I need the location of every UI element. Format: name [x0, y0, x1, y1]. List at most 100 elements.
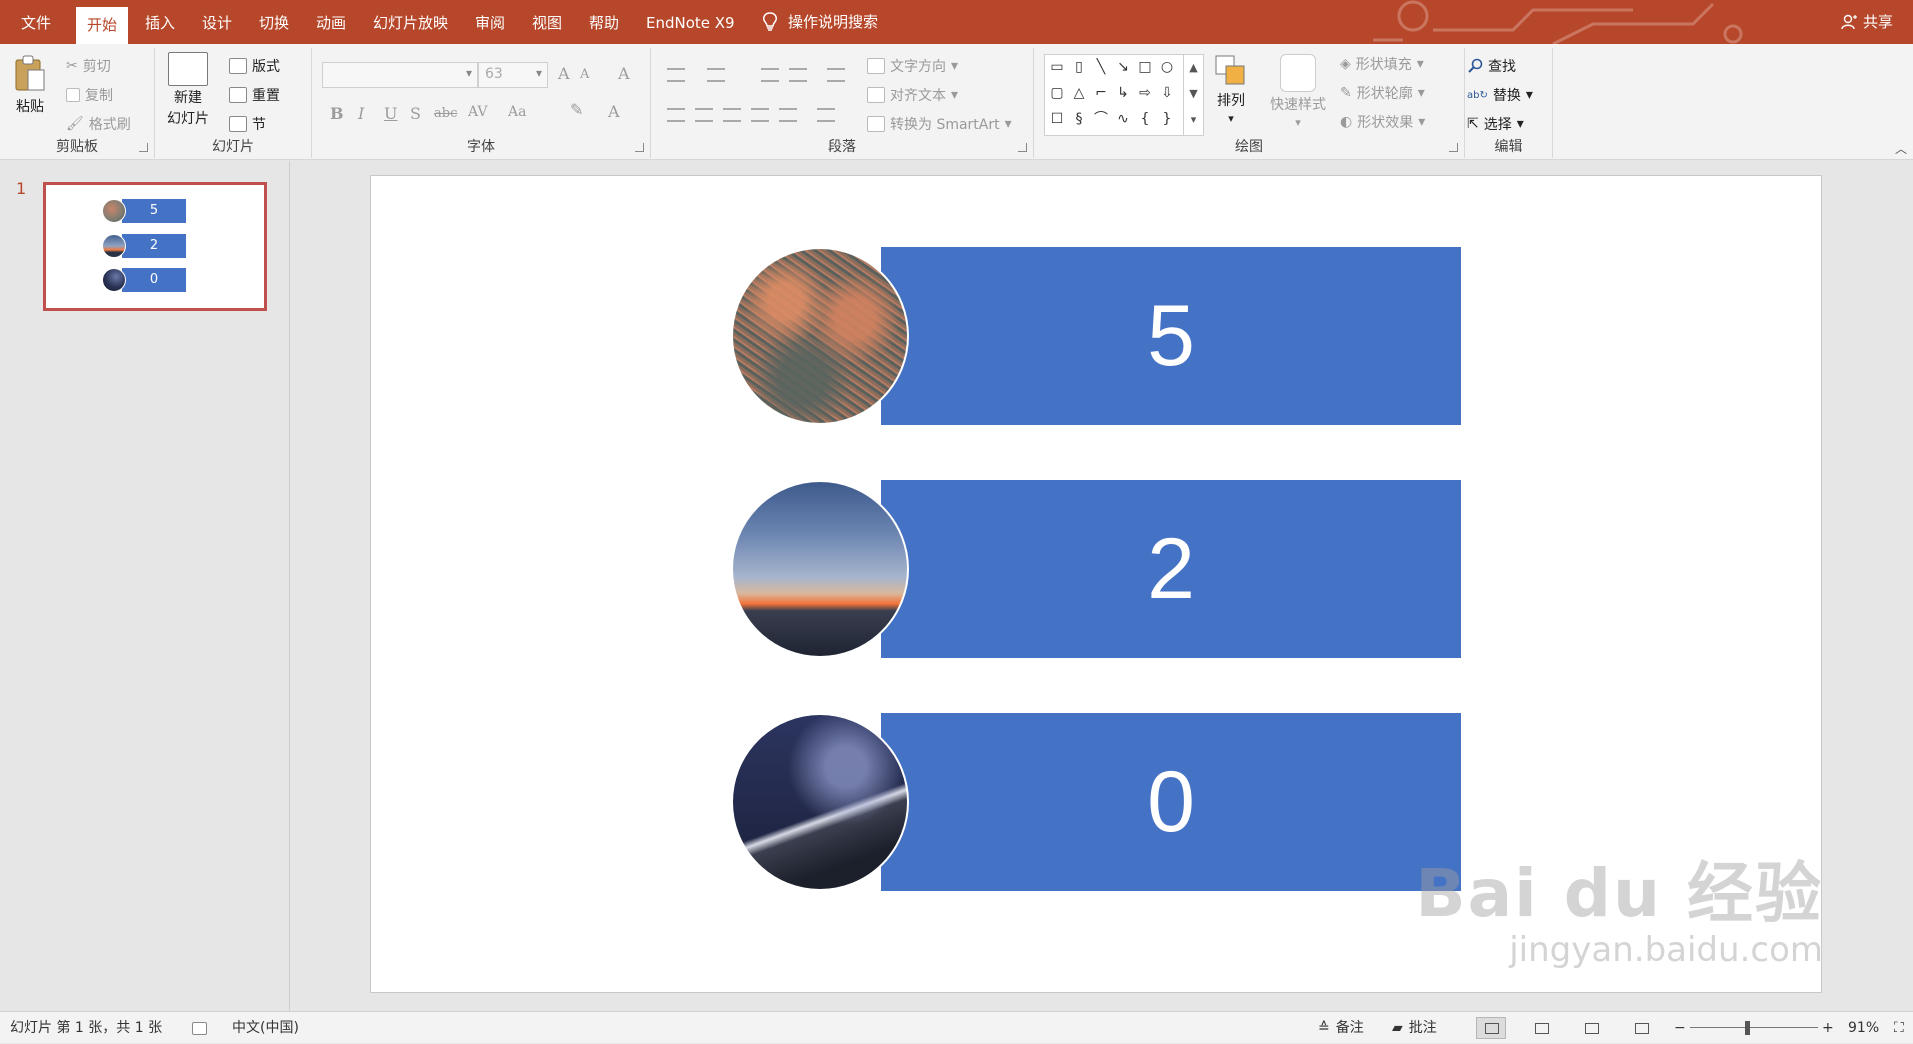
distributed-icon[interactable] — [779, 108, 797, 122]
tab-home[interactable]: 开始 — [76, 7, 129, 44]
arrow-line-shape-icon[interactable]: ↘ — [1113, 57, 1133, 77]
increase-indent-icon[interactable] — [789, 68, 807, 82]
change-case-button[interactable]: Aa — [508, 104, 526, 120]
line-shape-icon[interactable]: ╲ — [1091, 57, 1111, 77]
copy-button[interactable]: 复制 — [66, 85, 113, 105]
align-center-icon[interactable] — [695, 108, 713, 122]
gallery-scroll[interactable]: ▲ ▼ ▾ — [1183, 55, 1203, 135]
format-painter-button[interactable]: 🖌 格式刷 — [66, 114, 131, 134]
font-color-button[interactable]: A — [608, 102, 620, 121]
find-button[interactable]: 查找 — [1467, 56, 1516, 76]
convert-smartart-button[interactable]: 转换为 SmartArt ▾ — [867, 114, 1012, 134]
clipboard-dialog-launcher[interactable] — [139, 143, 148, 152]
italic-button[interactable]: I — [358, 104, 364, 123]
comments-button[interactable]: ▰ 批注 — [1392, 1012, 1437, 1044]
drawing-dialog-launcher[interactable] — [1449, 143, 1458, 152]
tab-view[interactable]: 视图 — [521, 0, 573, 44]
down-arrow-shape-icon[interactable]: ⇩ — [1157, 83, 1177, 103]
cut-button[interactable]: ✂ 剪切 — [66, 56, 111, 76]
photo-sunset-horizon[interactable] — [731, 480, 909, 658]
section-button[interactable]: 节 — [229, 114, 266, 134]
paragraph-dialog-launcher[interactable] — [1018, 143, 1027, 152]
elbow-connector-shape-icon[interactable]: ⌐ — [1091, 83, 1111, 103]
freeform-shape-icon[interactable]: ☐ — [1047, 109, 1067, 129]
tab-insert[interactable]: 插入 — [134, 0, 186, 44]
photo-starry-night[interactable] — [731, 713, 909, 891]
replace-button[interactable]: ab↻ 替换 ▾ — [1467, 85, 1533, 105]
shape-outline-button[interactable]: ✎ 形状轮廓 ▾ — [1340, 83, 1425, 103]
line-spacing-icon[interactable] — [827, 68, 845, 82]
collapse-ribbon-icon[interactable]: ︿ — [1895, 140, 1907, 157]
align-right-icon[interactable] — [723, 108, 741, 122]
elbow-arrow-shape-icon[interactable]: ↳ — [1113, 83, 1133, 103]
char-spacing-button[interactable]: AV — [468, 104, 488, 120]
scribble-shape-icon[interactable]: § — [1069, 109, 1089, 129]
triangle-shape-icon[interactable]: △ — [1069, 83, 1089, 103]
textbox-shape-icon[interactable]: ▭ — [1047, 57, 1067, 77]
spell-check-icon[interactable] — [192, 1012, 207, 1044]
clear-formatting-icon[interactable]: A — [618, 64, 630, 83]
reading-view-button[interactable] — [1576, 1017, 1606, 1039]
curve-shape-icon[interactable]: ∿ — [1113, 109, 1133, 129]
zoom-slider-thumb[interactable] — [1745, 1021, 1750, 1035]
underline-button[interactable]: U — [384, 104, 397, 123]
font-name-combo[interactable]: ▾ — [322, 62, 478, 88]
zoom-in-button[interactable]: + — [1822, 1012, 1834, 1044]
tab-file[interactable]: 文件 — [10, 0, 62, 44]
tab-transitions[interactable]: 切换 — [248, 0, 300, 44]
zoom-slider[interactable] — [1690, 1027, 1818, 1028]
numbering-icon[interactable] — [707, 68, 725, 82]
shrink-font-icon[interactable]: A — [580, 67, 589, 82]
text-direction-button[interactable]: 文字方向 ▾ — [867, 56, 958, 76]
tab-slideshow[interactable]: 幻灯片放映 — [362, 0, 459, 44]
shapes-gallery[interactable]: ▭ ▯ ╲ ↘ □ ○ ▢ △ ⌐ ↳ ⇨ ⇩ ☐ § ⌒ ∿ { } ▲ ▼ ▾ — [1044, 54, 1204, 136]
reset-button[interactable]: 重置 — [229, 85, 280, 105]
arrange-button[interactable]: 排列 ▾ — [1214, 54, 1248, 125]
columns-icon[interactable] — [817, 108, 835, 122]
bullets-icon[interactable] — [667, 68, 685, 82]
shape-effects-button[interactable]: ◐ 形状效果 ▾ — [1340, 112, 1425, 132]
rectangle-shape-icon[interactable]: □ — [1135, 57, 1155, 77]
font-dialog-launcher[interactable] — [635, 143, 644, 152]
align-left-icon[interactable] — [667, 108, 685, 122]
normal-view-button[interactable] — [1476, 1017, 1506, 1039]
tell-me-search[interactable]: 操作说明搜索 — [762, 0, 878, 44]
slide-sorter-button[interactable] — [1526, 1017, 1556, 1039]
paste-button[interactable]: 粘贴 — [14, 54, 46, 116]
share-button[interactable]: 共享 — [1841, 0, 1893, 44]
tab-review[interactable]: 审阅 — [464, 0, 516, 44]
right-arrow-shape-icon[interactable]: ⇨ — [1135, 83, 1155, 103]
slideshow-view-button[interactable] — [1626, 1017, 1656, 1039]
right-brace-shape-icon[interactable]: } — [1157, 109, 1177, 129]
highlight-icon[interactable]: ✎ — [570, 100, 583, 119]
notes-button[interactable]: ≙ 备注 — [1318, 1012, 1364, 1044]
strikethrough-button[interactable]: abc — [434, 106, 457, 121]
arc-shape-icon[interactable]: ⌒ — [1091, 109, 1111, 129]
tab-animations[interactable]: 动画 — [305, 0, 357, 44]
grow-font-icon[interactable]: A — [558, 64, 570, 83]
photo-dry-grass[interactable] — [731, 247, 909, 425]
select-button[interactable]: ⇱ 选择 ▾ — [1467, 114, 1524, 134]
align-text-button[interactable]: 对齐文本 ▾ — [867, 85, 958, 105]
justify-icon[interactable] — [751, 108, 769, 122]
tab-design[interactable]: 设计 — [191, 0, 243, 44]
zoom-out-button[interactable]: − — [1674, 1012, 1686, 1044]
quick-styles-button[interactable]: 快速样式 ▾ — [1270, 54, 1326, 129]
decrease-indent-icon[interactable] — [761, 68, 779, 82]
language-indicator[interactable]: 中文(中国) — [232, 1012, 299, 1044]
fit-to-window-icon[interactable]: ⛶ — [1894, 1012, 1904, 1044]
new-slide-button[interactable]: 新建 幻灯片 — [167, 52, 209, 128]
slide-thumbnail[interactable]: 5 2 0 — [43, 182, 267, 311]
rounded-rect-shape-icon[interactable]: ▢ — [1047, 83, 1067, 103]
shape-fill-button[interactable]: ◈ 形状填充 ▾ — [1340, 54, 1424, 74]
bold-button[interactable]: B — [330, 104, 344, 123]
text-shadow-button[interactable]: S — [410, 104, 421, 123]
vertical-textbox-shape-icon[interactable]: ▯ — [1069, 57, 1089, 77]
left-brace-shape-icon[interactable]: { — [1135, 109, 1155, 129]
zoom-level[interactable]: 91% — [1848, 1012, 1879, 1044]
tab-help[interactable]: 帮助 — [578, 0, 630, 44]
layout-button[interactable]: 版式 — [229, 56, 280, 76]
tab-endnote[interactable]: EndNote X9 — [635, 0, 746, 44]
font-size-combo[interactable]: 63 ▾ — [478, 62, 548, 88]
oval-shape-icon[interactable]: ○ — [1157, 57, 1177, 77]
